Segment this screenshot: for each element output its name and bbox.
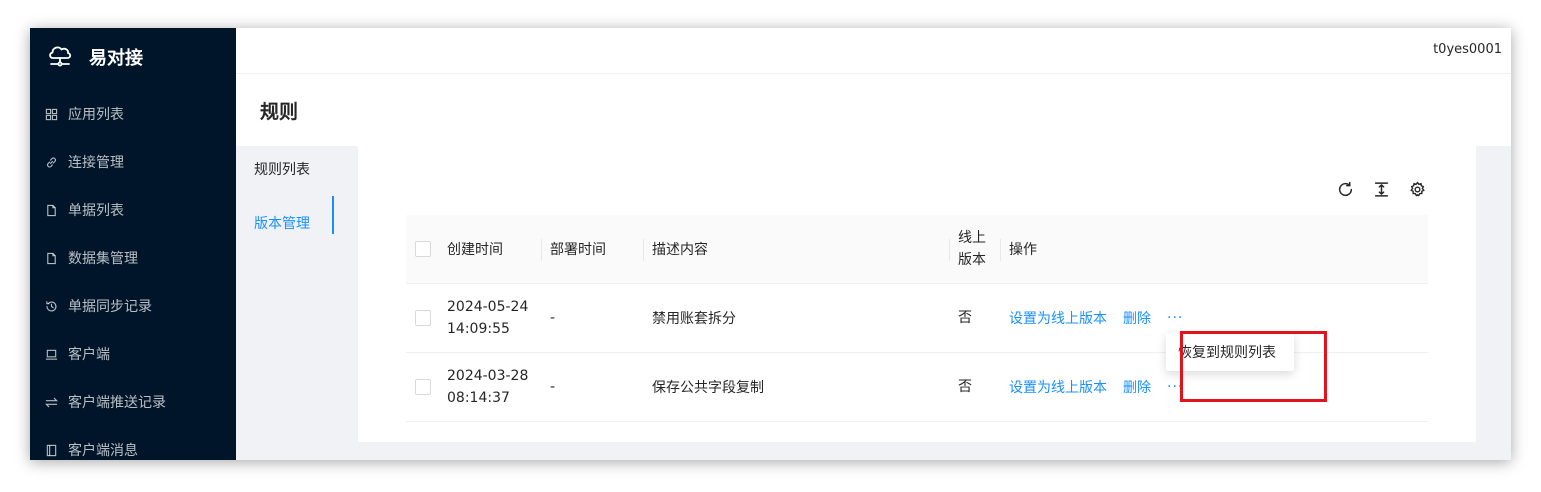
file-icon	[44, 203, 58, 217]
sidebar-item-connections[interactable]: 连接管理	[30, 138, 236, 186]
more-actions-icon[interactable]: ···	[1167, 379, 1183, 395]
user-name[interactable]: t0yes0001	[1433, 42, 1502, 57]
top-header: t0yes0001	[236, 28, 1511, 74]
page-header: 规则	[236, 74, 1511, 146]
column-header-created: 创建时间	[447, 242, 503, 258]
created-date: 2024-03-28	[447, 368, 529, 384]
sidebar-item-datasets[interactable]: 数据集管理	[30, 234, 236, 282]
reload-icon[interactable]	[1336, 180, 1354, 198]
sidebar-item-label: 应用列表	[68, 107, 124, 123]
tab-label: 版本管理	[254, 216, 310, 232]
more-actions-icon[interactable]: ···	[1167, 310, 1183, 326]
tab-rule-list[interactable]: 规则列表	[230, 142, 334, 196]
sidebar: 易对接 应用列表 连接管理 单据列表 数据集管理 单据同步记录 客户端 客户端推…	[30, 28, 236, 460]
sub-navigation: 规则列表 版本管理	[230, 142, 334, 250]
column-header-description: 描述内容	[643, 215, 949, 283]
column-header-actions: 操作	[1000, 215, 1428, 283]
delete-link[interactable]: 删除	[1123, 377, 1151, 397]
row-checkbox-cell	[406, 353, 438, 421]
cell-created: 2024-05-24 14:09:55	[438, 284, 541, 352]
row-checkbox[interactable]	[415, 379, 431, 395]
sidebar-item-label: 客户端推送记录	[68, 395, 166, 411]
column-header-deployed: 部署时间	[541, 215, 643, 283]
cell-online: 否	[958, 309, 972, 326]
link-icon	[44, 155, 58, 169]
cell-description: 禁用账套拆分	[652, 311, 736, 327]
sidebar-item-label: 客户端消息	[68, 443, 138, 459]
row-checkbox[interactable]	[415, 310, 431, 326]
created-time: 14:09:55	[447, 321, 510, 337]
sidebar-item-app-list[interactable]: 应用列表	[30, 90, 236, 138]
column-header-online-line1: 线上	[958, 230, 986, 246]
book-icon	[44, 443, 58, 457]
content-card: 创建时间 部署时间 描述内容 线上 版本 操作 2024-05-24 14:09…	[358, 142, 1476, 442]
settings-gear-icon[interactable]	[1408, 180, 1426, 198]
laptop-icon	[44, 347, 58, 361]
created-date: 2024-05-24	[447, 299, 529, 315]
cell-deployed: -	[550, 310, 556, 326]
cell-online: 否	[958, 378, 972, 395]
table-toolbar	[1336, 180, 1426, 198]
table-header: 创建时间 部署时间 描述内容 线上 版本 操作	[406, 215, 1428, 284]
brand-name: 易对接	[89, 48, 143, 69]
brand[interactable]: 易对接	[30, 28, 236, 86]
sidebar-item-documents[interactable]: 单据列表	[30, 186, 236, 234]
sidebar-item-sync-records[interactable]: 单据同步记录	[30, 282, 236, 330]
column-height-icon[interactable]	[1372, 180, 1390, 198]
tab-label: 规则列表	[254, 162, 310, 178]
sidebar-item-label: 数据集管理	[68, 251, 138, 267]
select-all-checkbox[interactable]	[415, 241, 431, 257]
column-header-online: 线上 版本	[949, 215, 1000, 283]
created-time: 08:14:37	[447, 390, 510, 406]
sidebar-item-label: 客户端	[68, 347, 110, 363]
version-table: 创建时间 部署时间 描述内容 线上 版本 操作 2024-05-24 14:09…	[406, 215, 1428, 422]
file-icon	[44, 251, 58, 265]
cloud-network-logo-icon	[46, 41, 74, 73]
sidebar-item-client-push-records[interactable]: 客户端推送记录	[30, 378, 236, 426]
sidebar-menu: 应用列表 连接管理 单据列表 数据集管理 单据同步记录 客户端 客户端推送记录 …	[30, 90, 236, 460]
set-online-version-link[interactable]: 设置为线上版本	[1009, 308, 1107, 328]
sidebar-item-client-messages[interactable]: 客户端消息	[30, 426, 236, 460]
delete-link[interactable]: 删除	[1123, 308, 1151, 328]
sidebar-item-label: 连接管理	[68, 155, 124, 171]
row-checkbox-cell	[406, 284, 438, 352]
cell-created: 2024-03-28 08:14:37	[438, 353, 541, 421]
sidebar-item-label: 单据列表	[68, 203, 124, 219]
set-online-version-link[interactable]: 设置为线上版本	[1009, 377, 1107, 397]
header-checkbox-cell	[406, 215, 438, 283]
page-title: 规则	[260, 101, 299, 123]
swap-icon	[44, 395, 58, 409]
restore-to-rule-list-menu-item[interactable]: 恢复到规则列表	[1166, 333, 1294, 371]
sidebar-item-label: 单据同步记录	[68, 299, 152, 315]
cell-description: 保存公共字段复制	[652, 380, 764, 396]
sidebar-item-client[interactable]: 客户端	[30, 330, 236, 378]
grid-icon	[44, 107, 58, 121]
history-icon	[44, 299, 58, 313]
column-header-online-line2: 版本	[958, 252, 986, 268]
tab-version-management[interactable]: 版本管理	[230, 196, 334, 250]
cell-deployed: -	[550, 379, 556, 395]
